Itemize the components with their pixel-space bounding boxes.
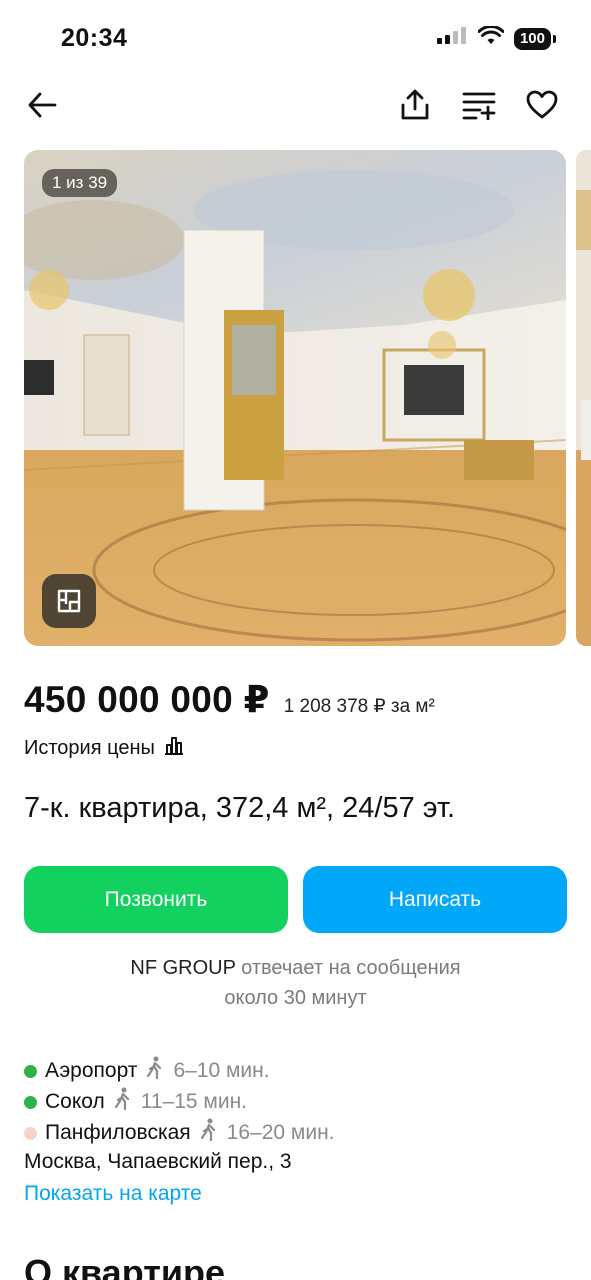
walk-icon <box>113 1087 133 1117</box>
listing-title: 7-к. квартира, 372,4 м², 24/57 эт. <box>24 792 456 824</box>
cellular-signal-icon <box>436 26 468 51</box>
metro-station-name: Панфиловская <box>45 1121 191 1144</box>
listing-photo[interactable]: 1 из 39 <box>24 150 566 646</box>
price-history-label: История цены <box>24 736 155 759</box>
price-history-link[interactable]: История цены <box>24 735 185 761</box>
metro-station-name: Сокол <box>45 1090 105 1113</box>
status-bar: 20:34 100 <box>0 0 591 80</box>
metro-line-dot <box>24 1064 37 1078</box>
metro-walk-time: 16–20 мин. <box>226 1121 335 1144</box>
share-icon[interactable] <box>395 85 435 125</box>
walk-icon <box>145 1056 165 1086</box>
seller-name[interactable]: NF GROUP <box>130 957 235 979</box>
price: 450 000 000 ₽ <box>24 679 270 720</box>
price-row: 450 000 000 ₽ 1 208 378 ₽ за м² <box>24 678 435 721</box>
metro-station: Аэропорт 6–10 мин. <box>24 1056 270 1086</box>
walk-icon <box>199 1118 219 1148</box>
floor-plan-icon[interactable] <box>42 574 96 628</box>
section-title: О квартире <box>24 1252 225 1280</box>
metro-station: Сокол 11–15 мин. <box>24 1087 247 1117</box>
metro-walk-time: 11–15 мин. <box>140 1090 248 1113</box>
reply-time: около 30 минут <box>224 987 367 1009</box>
wifi-icon <box>477 25 505 51</box>
metro-station-name: Аэропорт <box>45 1059 138 1082</box>
photo-gallery[interactable]: 1 из 39 <box>24 150 591 646</box>
battery-icon: 100 <box>513 27 557 50</box>
address: Москва, Чапаевский пер., 3 <box>24 1150 292 1173</box>
write-button[interactable]: Написать <box>303 866 567 933</box>
metro-line-dot <box>24 1095 37 1109</box>
call-button[interactable]: Позвонить <box>24 866 288 933</box>
photo-counter: 1 из 39 <box>42 169 118 197</box>
metro-walk-time: 6–10 мин. <box>173 1059 270 1082</box>
compare-icon[interactable] <box>459 85 499 125</box>
bar-chart-icon <box>163 735 185 761</box>
next-photo-preview[interactable] <box>576 150 591 646</box>
metro-line-dot <box>24 1126 37 1140</box>
back-arrow-icon[interactable] <box>22 85 62 125</box>
reply-text: отвечает на сообщения <box>241 957 461 979</box>
price-per-m2: 1 208 378 ₽ за м² <box>283 696 435 717</box>
show-on-map-link[interactable]: Показать на карте <box>24 1182 202 1206</box>
top-toolbar <box>0 80 591 130</box>
status-icons: 100 <box>436 25 557 51</box>
status-time: 20:34 <box>61 24 128 52</box>
reply-info: NF GROUP отвечает на сообщения около 30 … <box>0 953 591 1013</box>
metro-station: Панфиловская 16–20 мин. <box>24 1118 335 1148</box>
heart-icon[interactable] <box>522 85 562 125</box>
